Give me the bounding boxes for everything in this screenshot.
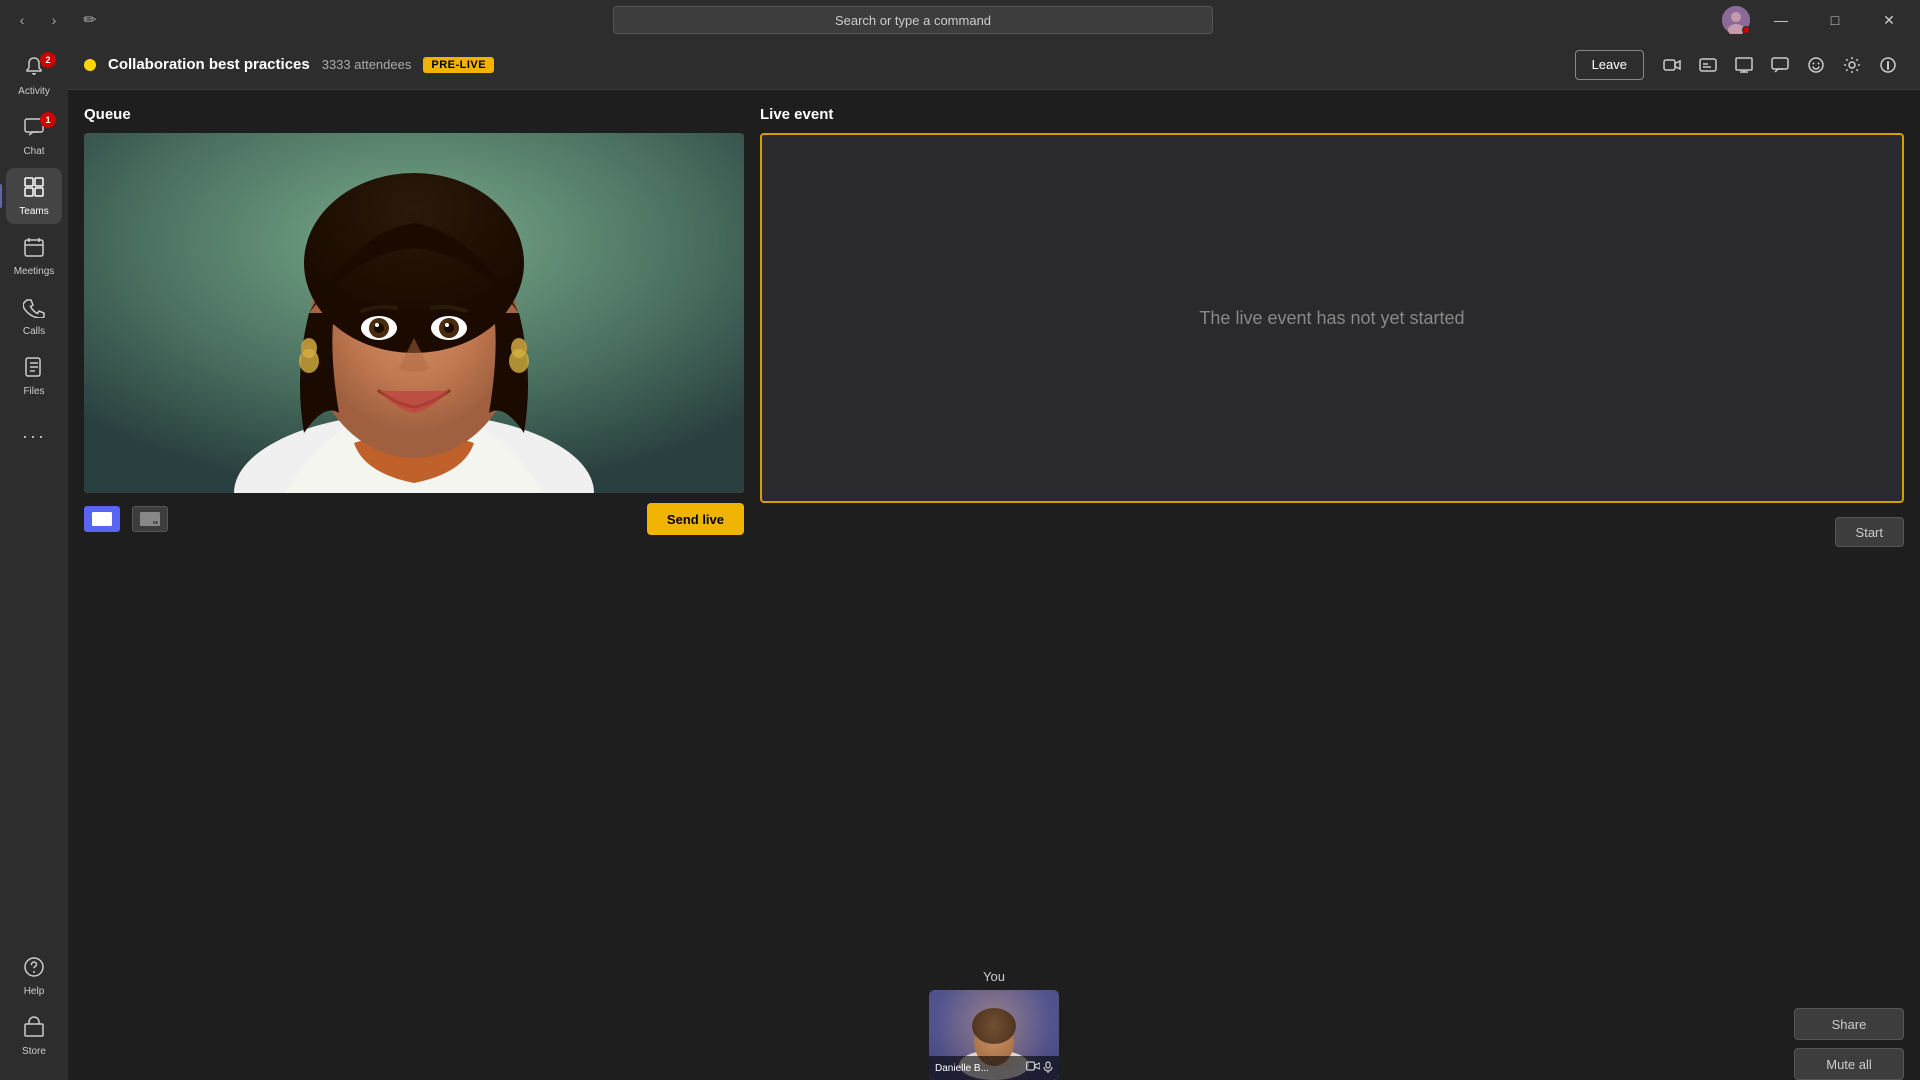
store-icon xyxy=(23,1016,45,1044)
info-icon-button[interactable] xyxy=(1872,49,1904,81)
reactions-icon-button[interactable] xyxy=(1800,49,1832,81)
sidebar-item-help[interactable]: Help xyxy=(6,948,62,1004)
layout-single-icon xyxy=(92,512,112,526)
maximize-button[interactable]: □ xyxy=(1812,6,1858,34)
queue-video xyxy=(84,133,744,493)
sidebar-item-store[interactable]: Store xyxy=(6,1008,62,1064)
you-mic-icon xyxy=(1043,1061,1053,1076)
whiteboard-icon-button[interactable] xyxy=(1728,49,1760,81)
you-video-feed: Danielle B... xyxy=(929,990,1059,1080)
search-placeholder: Search or type a command xyxy=(835,13,991,28)
send-live-button[interactable]: Send live xyxy=(647,503,744,535)
layout-pip-button[interactable] xyxy=(132,506,168,532)
mute-all-button[interactable]: Mute all xyxy=(1794,1048,1904,1080)
chat-badge: 1 xyxy=(40,112,56,128)
content-area: Collaboration best practices 3333 attend… xyxy=(68,40,1920,1080)
back-button[interactable]: ‹ xyxy=(8,6,36,34)
you-section: You xyxy=(929,969,1059,1080)
calls-icon xyxy=(23,296,45,324)
main-content: Queue xyxy=(68,90,1920,1080)
you-video-bar: Danielle B... xyxy=(929,1056,1059,1080)
camera-icon-button[interactable] xyxy=(1656,49,1688,81)
live-event-panel: Live event The live event has not yet st… xyxy=(760,106,1904,1064)
chat-icon-button[interactable] xyxy=(1764,49,1796,81)
close-button[interactable]: ✕ xyxy=(1866,6,1912,34)
files-icon xyxy=(23,356,45,384)
meetings-label: Meetings xyxy=(14,266,55,277)
live-event-video: The live event has not yet started xyxy=(760,133,1904,503)
teams-label: Teams xyxy=(19,206,48,217)
queue-title: Queue xyxy=(84,106,744,123)
files-label: Files xyxy=(23,386,44,397)
layout-pip-icon xyxy=(140,512,160,526)
sidebar-item-teams[interactable]: Teams xyxy=(6,168,62,224)
live-event-title: Live event xyxy=(760,106,1904,123)
share-button[interactable]: Share xyxy=(1794,1008,1904,1040)
help-icon xyxy=(23,956,45,984)
meeting-title: Collaboration best practices xyxy=(108,56,310,73)
avatar-status-dot xyxy=(1742,26,1750,34)
queue-panel: Queue xyxy=(84,106,744,1064)
settings-icon-button[interactable] xyxy=(1836,49,1868,81)
main-layout: Activity 2 Chat 1 Teams xyxy=(0,40,1920,1080)
top-bar-icons xyxy=(1656,49,1904,81)
live-event-placeholder: The live event has not yet started xyxy=(1199,308,1464,329)
meetings-icon xyxy=(23,236,45,264)
store-label: Store xyxy=(22,1046,46,1057)
attendees-count: 3333 attendees xyxy=(322,57,412,72)
teams-icon xyxy=(23,176,45,204)
layout-single-button[interactable] xyxy=(84,506,120,532)
start-button[interactable]: Start xyxy=(1835,517,1904,547)
forward-button[interactable]: › xyxy=(40,6,68,34)
you-camera-icon xyxy=(1026,1061,1040,1076)
live-status-dot xyxy=(84,59,96,71)
search-bar[interactable]: Search or type a command xyxy=(613,6,1213,34)
sidebar-item-files[interactable]: Files xyxy=(6,348,62,404)
pre-live-badge: PRE-LIVE xyxy=(423,57,494,73)
title-bar-left: ‹ › ✏ xyxy=(8,6,104,34)
queue-controls: Send live xyxy=(84,503,744,535)
nav-buttons: ‹ › xyxy=(8,6,68,34)
you-video-icons xyxy=(1026,1061,1053,1076)
more-icon: ··· xyxy=(22,426,46,447)
captions-icon-button[interactable] xyxy=(1692,49,1724,81)
queue-video-feed xyxy=(84,133,744,493)
user-avatar[interactable] xyxy=(1722,6,1750,34)
sidebar-item-activity[interactable]: Activity 2 xyxy=(6,48,62,104)
help-label: Help xyxy=(24,986,45,997)
leave-button[interactable]: Leave xyxy=(1575,50,1644,80)
minimize-button[interactable]: — xyxy=(1758,6,1804,34)
chat-label: Chat xyxy=(23,146,44,157)
title-bar-right: — □ ✕ xyxy=(1722,6,1912,34)
you-label: You xyxy=(929,969,1059,984)
sidebar-item-meetings[interactable]: Meetings xyxy=(6,228,62,284)
sidebar-item-calls[interactable]: Calls xyxy=(6,288,62,344)
action-buttons: Share Mute all xyxy=(1794,1008,1904,1080)
activity-badge: 2 xyxy=(40,52,56,68)
calls-label: Calls xyxy=(23,326,45,337)
pip-small xyxy=(152,520,159,525)
title-bar: ‹ › ✏ Search or type a command — □ ✕ xyxy=(0,0,1920,40)
you-name: Danielle B... xyxy=(935,1063,1022,1074)
activity-label: Activity xyxy=(18,86,50,97)
sidebar-bottom: Help Store xyxy=(6,948,62,1072)
sidebar-item-chat[interactable]: Chat 1 xyxy=(6,108,62,164)
compose-button[interactable]: ✏ xyxy=(76,6,104,34)
sidebar-item-more[interactable]: ··· xyxy=(6,408,62,464)
top-bar: Collaboration best practices 3333 attend… xyxy=(68,40,1920,90)
sidebar: Activity 2 Chat 1 Teams xyxy=(0,40,68,1080)
